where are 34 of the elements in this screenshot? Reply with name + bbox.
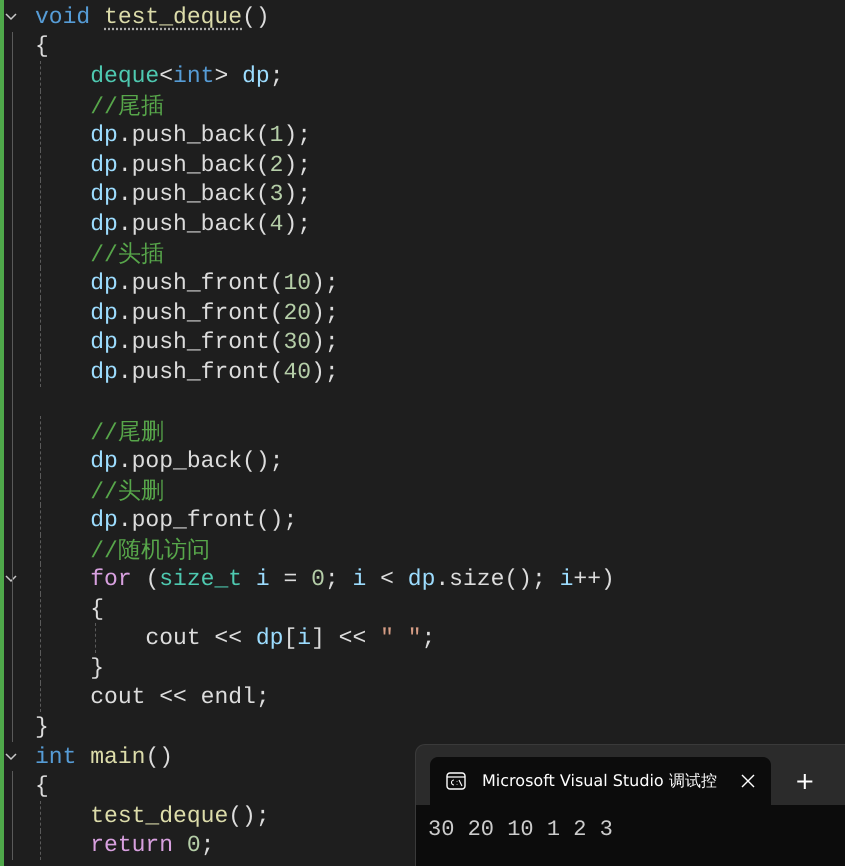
code-line: cout << endl;	[90, 684, 270, 710]
code-line: cout << dp[i] << " ";	[145, 625, 436, 652]
code-line: dp.pop_back();	[90, 448, 284, 474]
code-line: for (size_t i = 0; i < dp.size(); i++)	[90, 566, 615, 592]
code-line: //随机访问	[90, 536, 210, 565]
code-line: return 0;	[90, 832, 214, 858]
code-line: deque<int> dp;	[90, 62, 284, 89]
code-line: //尾删	[90, 418, 164, 447]
close-icon[interactable]	[740, 774, 755, 788]
code-line: }	[90, 654, 104, 681]
code-line: //尾插	[90, 93, 164, 122]
code-line: test_deque();	[90, 802, 270, 829]
code-line: {	[35, 33, 49, 60]
code-line: int main()	[35, 744, 174, 770]
code-line: //头删	[90, 478, 164, 506]
code-line: dp.push_back(3);	[90, 181, 312, 208]
code-line: dp.push_front(40);	[90, 358, 339, 385]
code-line: //头插	[90, 241, 164, 270]
code-line: dp.push_back(1);	[90, 122, 312, 148]
code-line: }	[35, 714, 49, 740]
terminal-tab[interactable]: Microsoft Visual Studio 调试控	[430, 757, 771, 805]
code-line: dp.push_back(4);	[90, 210, 312, 237]
output-line: 30 20 10 1 2 3	[428, 817, 614, 842]
code-line: void test_deque()	[35, 4, 270, 30]
terminal-icon	[446, 772, 466, 790]
new-tab-button[interactable]: +	[790, 767, 819, 795]
code-line: dp.pop_front();	[90, 506, 298, 533]
tab-title: Microsoft Visual Studio 调试控	[482, 770, 717, 792]
code-line: dp.push_front(10);	[90, 270, 339, 296]
code-line: {	[90, 596, 104, 622]
code-line: dp.push_front(30);	[90, 329, 339, 356]
code-line: {	[35, 773, 49, 800]
code-line: dp.push_front(20);	[90, 300, 339, 326]
code-line: dp.push_back(2);	[90, 152, 312, 178]
